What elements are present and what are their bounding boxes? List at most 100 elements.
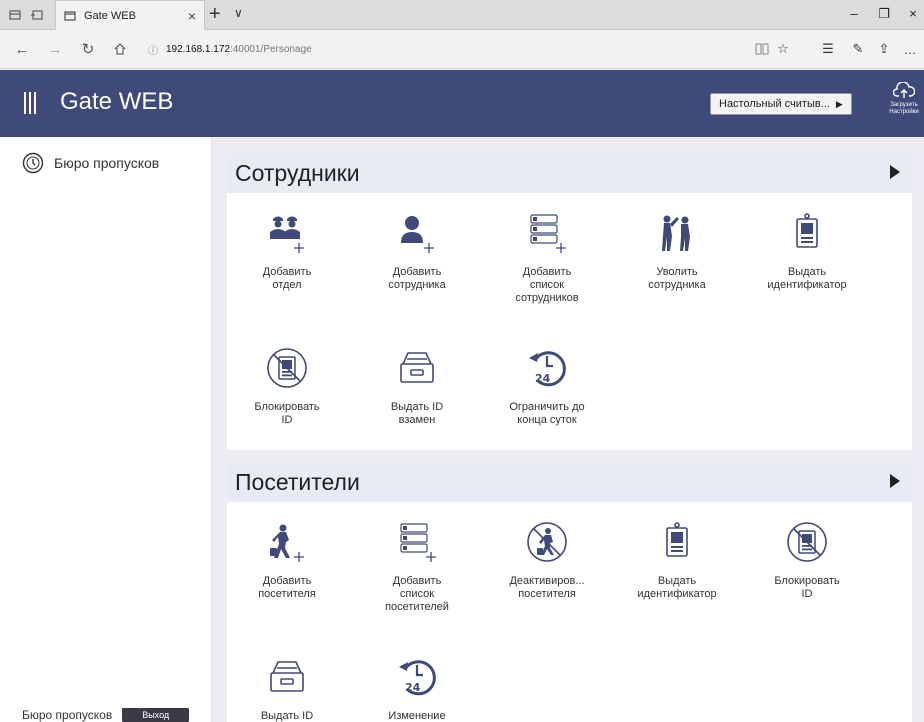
cloud-upload-icon (893, 82, 915, 98)
menu-icon[interactable] (24, 92, 38, 114)
page-icon (64, 11, 76, 20)
tile-label: Блокировать ID (254, 401, 320, 426)
tile-replacement-id-visitor[interactable]: Выдать ID (232, 652, 342, 722)
deactivate-visitor-icon (527, 522, 567, 562)
reader-label: Настольный считыв... (719, 98, 830, 110)
minimize-icon[interactable]: – (844, 6, 864, 21)
main-content: Сотрудники Добавить отдел Добавить сотру… (212, 137, 924, 722)
tile-label: Ограничить до конца суток (509, 401, 585, 426)
tile-label: Добавить список сотрудников (515, 266, 579, 304)
tile-issue-id[interactable]: Выдать идентификатор (752, 208, 862, 292)
back-icon[interactable]: ← (12, 39, 32, 59)
tile-label: Выдать ID взамен (390, 401, 444, 426)
issue-id-icon (796, 213, 818, 248)
site-info-icon[interactable]: ⓘ (148, 42, 158, 57)
block-id-icon (267, 348, 307, 388)
play-arrow-icon: ▶ (835, 98, 843, 109)
footer-label: Бюро пропусков (22, 708, 113, 722)
tile-add-employee-list[interactable]: Добавить список сотрудников (492, 208, 602, 305)
app-header: Gate WEB Настольный считыв... ▶ Загрузит… (0, 70, 924, 137)
expand-arrow-icon[interactable] (890, 165, 900, 179)
tile-label: Выдать идентификатор (767, 266, 847, 291)
add-department-icon (270, 216, 304, 253)
sidebar-item-pass-office[interactable]: Бюро пропусков (22, 152, 159, 174)
browser-tabbar: Gate WEB × + ∨ – ❐ × (0, 0, 924, 30)
section-title: Посетители (235, 468, 360, 495)
home-icon[interactable] (110, 39, 130, 59)
more-icon[interactable]: … (900, 39, 920, 59)
sidebar: Бюро пропусков Бюро пропусков Выход (0, 137, 212, 722)
clock-icon (22, 152, 44, 174)
tabs-aside-icon[interactable] (28, 6, 46, 24)
share-icon[interactable]: ⇪ (874, 39, 894, 59)
restore-icon[interactable]: ❐ (874, 6, 894, 22)
tile-add-visitor-list[interactable]: Добавить список посетителей (362, 517, 472, 614)
tile-label: Выдать ID (260, 710, 314, 722)
add-visitor-icon (270, 524, 304, 562)
tile-change-24h[interactable]: 24 Изменение (362, 652, 472, 722)
replacement-id-icon (270, 661, 304, 692)
visitors-section-header[interactable]: Посетители (227, 462, 912, 502)
tile-add-visitor[interactable]: Добавить посетителя (232, 517, 342, 601)
upload-label-2: Настройки (889, 109, 919, 115)
limit-24h-icon: 24 (529, 351, 566, 387)
tile-limit-24h[interactable]: 24 Ограничить до конца суток (492, 343, 602, 427)
svg-text:24: 24 (535, 372, 551, 385)
tile-label: Добавить посетителя (258, 575, 316, 600)
url-path: :40001/Personage (229, 43, 312, 55)
employees-section-header[interactable]: Сотрудники (227, 153, 912, 193)
reader-select-button[interactable]: Настольный считыв... ▶ (710, 93, 852, 115)
new-tab-icon[interactable]: + (209, 3, 221, 26)
add-visitor-list-icon (400, 523, 436, 562)
browser-addressbar: ← → ↻ ⓘ 192.168.1.172 :40001/Personage ☆… (0, 30, 924, 69)
sidebar-footer: Бюро пропусков Выход (22, 708, 190, 722)
pen-notes-icon[interactable]: ✎ (848, 39, 868, 59)
tile-block-id[interactable]: Блокировать ID (232, 343, 342, 427)
tab-title: Gate WEB (84, 9, 136, 22)
favorites-list-icon[interactable]: ☰ (818, 39, 838, 59)
tile-label: Блокировать ID (774, 575, 840, 600)
section-title: Сотрудники (235, 159, 360, 186)
tile-dismiss-employee[interactable]: Уволить сотрудника (622, 208, 732, 292)
tile-block-id-visitor[interactable]: Блокировать ID (752, 517, 862, 601)
tile-replacement-id[interactable]: Выдать ID взамен (362, 343, 472, 427)
url-host: 192.168.1.172 (166, 43, 230, 55)
forward-icon[interactable]: → (45, 39, 65, 59)
dismiss-employee-icon (662, 215, 690, 251)
tile-label: Добавить сотрудника (388, 266, 446, 291)
refresh-icon[interactable]: ↻ (78, 39, 98, 59)
upload-settings-button[interactable]: Загрузить Настройки (884, 82, 924, 116)
tile-label: Добавить отдел (262, 266, 312, 291)
tile-label: Выдать идентификатор (637, 575, 717, 600)
employees-section: Сотрудники Добавить отдел Добавить сотру… (227, 153, 912, 450)
tab-close-icon[interactable]: × (188, 8, 196, 24)
app-title: Gate WEB (60, 88, 174, 115)
svg-text:24: 24 (405, 681, 421, 694)
replacement-id-icon (400, 352, 434, 383)
reading-view-icon[interactable] (752, 39, 772, 59)
tile-label: Изменение (388, 710, 446, 722)
add-employee-list-icon (530, 214, 566, 253)
url-field[interactable]: ⓘ 192.168.1.172 :40001/Personage (148, 38, 728, 60)
change-24h-icon: 24 (399, 660, 436, 696)
close-window-icon[interactable]: × (903, 6, 923, 21)
tile-label: Деактивиров... посетителя (509, 575, 585, 600)
tab-actions-icon[interactable] (6, 6, 24, 24)
upload-label-1: Загрузить (890, 102, 918, 108)
tile-add-department[interactable]: Добавить отдел (232, 208, 342, 292)
browser-tab[interactable]: Gate WEB × (55, 0, 205, 30)
tab-list-chevron-icon[interactable]: ∨ (234, 6, 243, 20)
favorite-star-icon[interactable]: ☆ (773, 39, 793, 59)
issue-id-icon (666, 522, 688, 557)
logout-button[interactable]: Выход (122, 708, 190, 722)
tile-add-employee[interactable]: Добавить сотрудника (362, 208, 472, 292)
tile-issue-id-visitor[interactable]: Выдать идентификатор (622, 517, 732, 601)
block-id-icon (787, 522, 827, 562)
sidebar-item-label: Бюро пропусков (54, 155, 160, 171)
visitors-section: Посетители Добавить посетителя Добавить … (227, 462, 912, 722)
tile-label: Добавить список посетителей (385, 575, 449, 613)
add-employee-icon (401, 216, 434, 253)
expand-arrow-icon[interactable] (890, 474, 900, 488)
tile-label: Уволить сотрудника (648, 266, 706, 291)
tile-deactivate-visitor[interactable]: Деактивиров... посетителя (492, 517, 602, 601)
